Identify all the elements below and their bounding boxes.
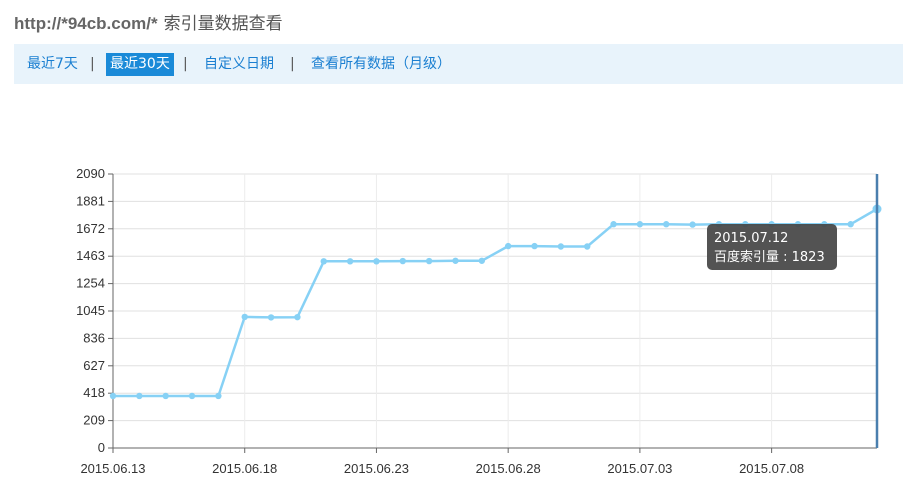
x-tick-label: 2015.07.03 xyxy=(607,461,672,476)
data-point[interactable] xyxy=(636,221,644,228)
y-tick-label: 1672 xyxy=(76,221,105,236)
data-point[interactable] xyxy=(504,242,512,250)
data-point[interactable] xyxy=(373,258,380,265)
y-tick-label: 209 xyxy=(83,413,105,428)
data-point[interactable] xyxy=(109,392,117,400)
index-volume-chart: 0 209 418 627 836 1045 1254 1463 1672 1881 2090 201… xyxy=(76,166,882,476)
data-point[interactable] xyxy=(610,221,617,228)
tooltip-value: 百度索引量 : 1823 xyxy=(714,249,825,265)
data-point[interactable] xyxy=(162,392,169,400)
data-point[interactable] xyxy=(399,257,406,265)
data-point[interactable] xyxy=(531,242,538,250)
y-tick-label: 418 xyxy=(83,385,105,400)
data-point[interactable] xyxy=(320,258,327,265)
data-point[interactable] xyxy=(215,392,222,400)
y-tick-label: 1254 xyxy=(76,276,105,291)
y-tick-label: 836 xyxy=(83,330,105,345)
data-point[interactable] xyxy=(663,221,670,228)
data-point[interactable] xyxy=(452,257,459,264)
data-point[interactable] xyxy=(136,392,143,400)
x-tick-label: 2015.06.18 xyxy=(212,461,277,476)
data-point[interactable] xyxy=(478,257,486,264)
y-tick-label: 1463 xyxy=(76,248,105,263)
x-tick-label: 2015.07.08 xyxy=(739,461,804,476)
data-point[interactable] xyxy=(425,257,433,265)
y-tick-label: 2090 xyxy=(76,166,105,181)
x-tick-label: 2015.06.13 xyxy=(80,461,145,476)
data-point[interactable] xyxy=(241,313,248,321)
data-point[interactable] xyxy=(689,221,696,228)
data-point[interactable] xyxy=(557,243,565,250)
x-tick-label: 2015.06.23 xyxy=(344,461,409,476)
tooltip-date: 2015.07.12 xyxy=(714,231,788,246)
data-point[interactable] xyxy=(584,243,591,250)
y-tick-label: 627 xyxy=(83,358,105,373)
data-point[interactable] xyxy=(188,392,196,400)
y-tick-label: 0 xyxy=(98,440,105,455)
y-tick-label: 1045 xyxy=(76,303,105,318)
data-point[interactable] xyxy=(346,258,354,265)
y-tick-label: 1881 xyxy=(76,193,105,208)
data-point[interactable] xyxy=(267,314,275,321)
x-tick-label: 2015.06.28 xyxy=(476,461,541,476)
data-point[interactable] xyxy=(847,221,854,228)
data-point[interactable] xyxy=(294,313,301,321)
